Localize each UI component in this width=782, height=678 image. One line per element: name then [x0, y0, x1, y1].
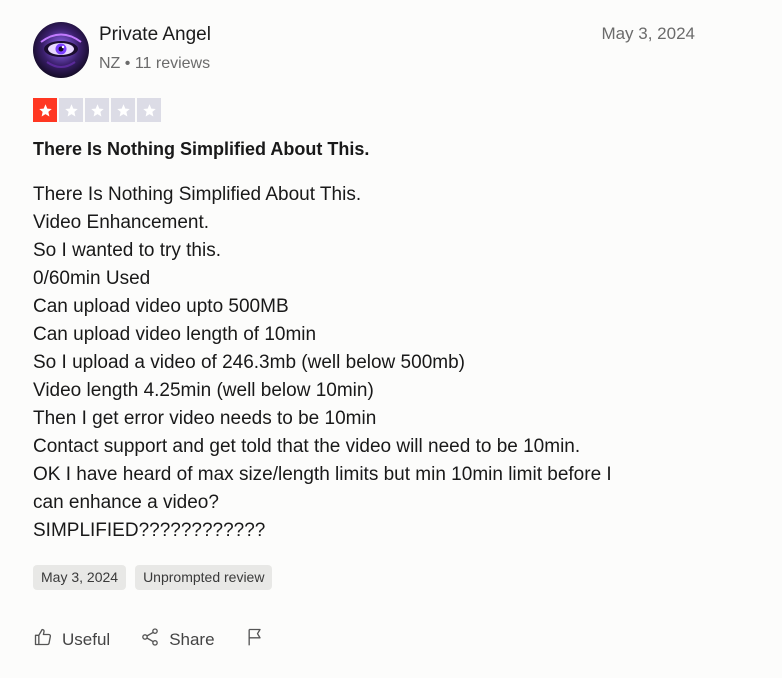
star-empty-icon	[59, 98, 83, 122]
review-tags: May 3, 2024 Unprompted review	[33, 565, 273, 590]
review-date: May 3, 2024	[601, 24, 695, 43]
review-body-line: 0/60min Used	[33, 268, 151, 289]
review-body-line: Video length 4.25min (well below 10min)	[33, 380, 374, 401]
review-body-line: Then I get error video needs to be 10min	[33, 408, 377, 429]
review-title: There Is Nothing Simplified About This.	[33, 139, 370, 159]
star-rating	[33, 98, 161, 122]
star-filled-icon	[33, 98, 57, 122]
tag-unprompted: Unprompted review	[135, 565, 273, 590]
avatar[interactable]	[33, 22, 89, 78]
tag-date: May 3, 2024	[33, 565, 127, 590]
review-body-line: There Is Nothing Simplified About This.	[33, 184, 362, 205]
flag-icon	[245, 627, 265, 652]
reviewer-name[interactable]: Private Angel	[99, 24, 211, 46]
star-empty-icon	[85, 98, 109, 122]
review-card: Private Angel NZ • 11 reviews May 3, 202…	[0, 0, 782, 678]
share-button[interactable]: Share	[140, 627, 215, 652]
flag-button[interactable]	[245, 627, 265, 652]
share-label: Share	[169, 629, 215, 649]
useful-label: Useful	[62, 629, 111, 649]
star-empty-icon	[111, 98, 135, 122]
review-actions: Useful Share	[33, 627, 295, 652]
star-empty-icon	[137, 98, 161, 122]
review-body-line: can enhance a video?	[33, 492, 219, 513]
review-body-line: Contact support and get told that the vi…	[33, 436, 581, 457]
reviewer-meta: NZ • 11 reviews	[99, 55, 211, 72]
review-body-line: Can upload video upto 500MB	[33, 296, 289, 317]
review-body-line: OK I have heard of max size/length limit…	[33, 464, 612, 485]
share-icon	[140, 627, 160, 652]
useful-button[interactable]: Useful	[33, 627, 110, 652]
review-body-line: Can upload video length of 10min	[33, 324, 317, 345]
review-body-line: SIMPLIFIED????????????	[33, 520, 266, 541]
review-body-line: So I upload a video of 246.3mb (well bel…	[33, 352, 465, 373]
review-body-line: So I wanted to try this.	[33, 240, 221, 261]
review-body: There Is Nothing Simplified About This. V…	[33, 181, 693, 545]
thumbs-up-icon	[33, 627, 53, 652]
review-body-line: Video Enhancement.	[33, 212, 210, 233]
